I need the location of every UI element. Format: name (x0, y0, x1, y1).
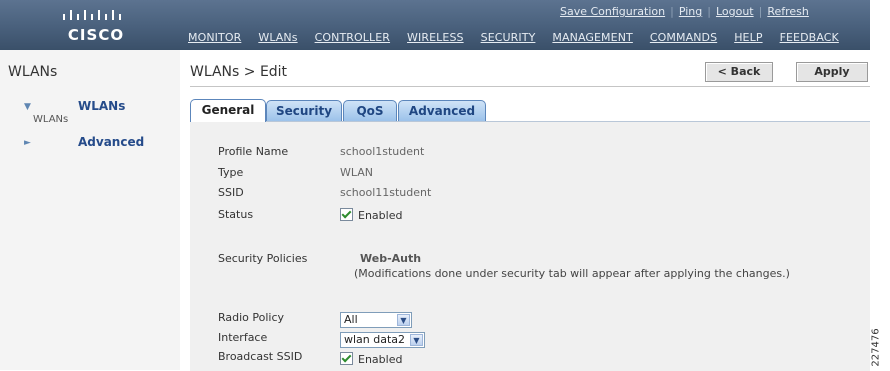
sidebar-title: WLANs (8, 64, 58, 80)
security-policies-note: (Modifications done under security tab w… (354, 267, 790, 280)
status-label: Status (218, 208, 254, 221)
figure-id: 227476 (870, 328, 887, 370)
general-panel (190, 121, 870, 371)
menu-commands[interactable]: COMMANDS (650, 31, 717, 44)
menu-help[interactable]: HELP (734, 31, 762, 44)
top-header: CISCO Save Configuration | Ping | Logout | Ref… (0, 0, 870, 50)
apply-button[interactable]: Apply (796, 62, 868, 82)
interface-select[interactable]: wlan data2 ▼ (340, 332, 425, 348)
tab-advanced[interactable]: Advanced (398, 100, 486, 121)
menu-controller[interactable]: CONTROLLER (315, 31, 390, 44)
cisco-logo-text: CISCO (67, 26, 125, 44)
sidebar-subitem-wlans[interactable]: WLANs (33, 114, 68, 125)
status-enabled-checkbox[interactable] (340, 208, 353, 221)
ping-link[interactable]: Ping (679, 5, 702, 18)
type-label: Type (218, 166, 244, 179)
figure-id-text: 227476 (870, 328, 882, 367)
sidebar-item-label[interactable]: Advanced (78, 135, 144, 149)
sidebar-item-label[interactable]: WLANs (78, 99, 125, 113)
cisco-logo: CISCO (0, 0, 182, 50)
save-configuration-link[interactable]: Save Configuration (560, 5, 665, 18)
status-enabled-label: Enabled (358, 209, 403, 222)
dropdown-arrow-icon[interactable]: ▼ (397, 314, 410, 326)
main-menu: MONITOR WLANs CONTROLLER WIRELESS SECURITY MA… (182, 31, 870, 47)
security-policies-label: Security Policies (218, 252, 308, 265)
title-divider (190, 86, 870, 87)
broadcast-ssid-label: Broadcast SSID (218, 350, 303, 363)
menu-wlans[interactable]: WLANs (258, 31, 297, 44)
type-value: WLAN (340, 166, 374, 179)
page-title: WLANs > Edit (190, 64, 288, 80)
interface-selected: wlan data2 (344, 333, 406, 346)
profile-name-label: Profile Name (218, 145, 289, 158)
back-button[interactable]: < Back (705, 62, 773, 82)
radio-policy-label: Radio Policy (218, 311, 285, 324)
dropdown-arrow-icon[interactable]: ▼ (410, 334, 423, 346)
menu-feedback[interactable]: FEEDBACK (780, 31, 839, 44)
tab-general[interactable]: General (190, 99, 266, 122)
profile-name-value: school1student (340, 145, 425, 158)
cisco-bars-icon (63, 10, 121, 20)
radio-policy-selected: All (344, 313, 358, 326)
logout-link[interactable]: Logout (716, 5, 754, 18)
menu-management[interactable]: MANAGEMENT (552, 31, 632, 44)
tab-qos[interactable]: QoS (343, 100, 397, 121)
ssid-label: SSID (218, 186, 244, 199)
menu-monitor[interactable]: MONITOR (188, 31, 241, 44)
broadcast-ssid-checkbox[interactable] (340, 352, 353, 365)
collapsed-arrow-icon: ► (24, 138, 31, 148)
menu-security[interactable]: SECURITY (481, 31, 536, 44)
sidebar: WLANs ▼ WLANs WLANs ► Advanced (0, 50, 180, 370)
broadcast-ssid-enabled-label: Enabled (358, 353, 403, 366)
menu-wireless[interactable]: WIRELESS (407, 31, 464, 44)
utility-links: Save Configuration | Ping | Logout | Refresh (560, 5, 809, 18)
interface-label: Interface (218, 331, 268, 344)
refresh-link[interactable]: Refresh (767, 5, 809, 18)
ssid-value: school11student (340, 186, 432, 199)
security-policies-value: Web-Auth (360, 252, 422, 265)
radio-policy-select[interactable]: All ▼ (340, 312, 412, 328)
expanded-arrow-icon: ▼ (24, 102, 31, 112)
tab-security[interactable]: Security (266, 100, 342, 121)
